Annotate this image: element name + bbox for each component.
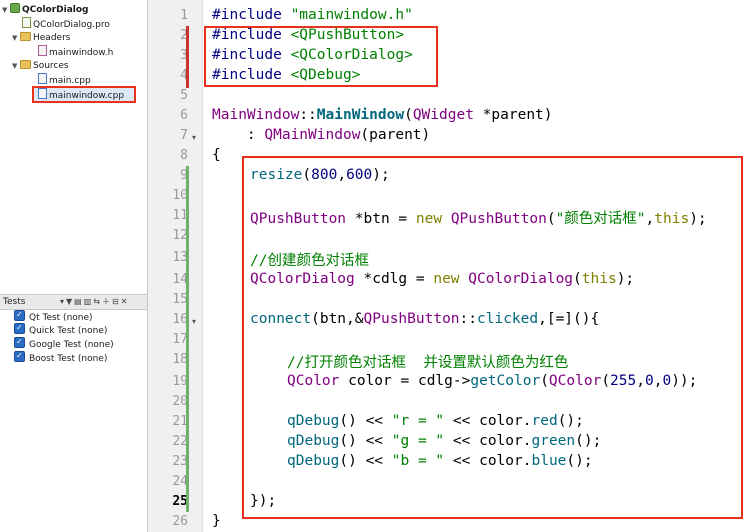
line-number: 17 [172, 332, 188, 347]
code-token: *parent) [473, 107, 553, 123]
line-number: 22 [172, 434, 188, 449]
line-number: 11 [172, 208, 188, 223]
tree-item-pro-file[interactable]: QColorDialog.pro [22, 17, 110, 31]
line-number: 23 [172, 454, 188, 469]
line-number: 15 [172, 292, 188, 307]
line-number: 8 [180, 148, 188, 163]
tree-item-label: Sources [33, 61, 69, 71]
line-number: 16 [172, 312, 188, 327]
tree-item-label: mainwindow.h [49, 48, 114, 58]
test-item-label: Boost Test (none) [29, 354, 108, 364]
folder-icon [20, 32, 31, 41]
line-number: 10 [172, 188, 188, 203]
line-number: 5 [180, 88, 188, 103]
tree-item-headers[interactable]: ▼ Headers [12, 31, 70, 45]
line-number: 9 [180, 168, 188, 183]
code-token: "mainwindow.h" [290, 7, 413, 23]
code-token: } [212, 513, 221, 529]
test-item-label: Quick Test (none) [29, 326, 108, 336]
line-number: 19 [172, 374, 188, 389]
line-number: 14 [172, 272, 188, 287]
chevron-down-icon[interactable]: ▼ [12, 59, 20, 73]
code-token: #include [212, 7, 291, 23]
tree-item-label: QColorDialog.pro [33, 20, 110, 30]
include-highlight-box [204, 26, 438, 87]
test-item-label: Qt Test (none) [29, 313, 93, 323]
code-token: : [212, 127, 265, 143]
line-number: 24 [172, 474, 188, 489]
code-token: MainWindow [316, 107, 405, 123]
cpp-file-icon [38, 73, 47, 84]
checkbox[interactable] [14, 308, 25, 322]
fold-arrow-icon[interactable]: ▾ [192, 317, 196, 326]
test-item-boost[interactable]: Boost Test (none) [14, 349, 108, 365]
code-line-7: : QMainWindow(parent) [212, 127, 430, 143]
pro-file-icon [22, 17, 31, 28]
project-icon [10, 3, 20, 13]
line-number: 2 [180, 28, 188, 43]
close-icon[interactable]: ⊟ [112, 297, 121, 306]
close-icon[interactable]: ✕ [121, 297, 130, 306]
code-line-1: #include "mainwindow.h" [212, 7, 413, 23]
fold-margin [188, 0, 203, 532]
code-token: QWidget [412, 107, 474, 123]
tree-item-label: Headers [33, 33, 71, 43]
chevron-down-icon[interactable]: ▼ [12, 31, 20, 45]
code-line-6: MainWindow::MainWindow(QWidget *parent) [212, 107, 553, 123]
chevron-down-icon[interactable]: ▼ [2, 3, 10, 17]
tests-toolbar: ▾▼▤▥⇆＋⊟✕ [60, 295, 129, 309]
code-token: :: [299, 107, 317, 123]
project-sidebar: ▼ QColorDialog QColorDialog.pro ▼ Headers … [0, 0, 148, 532]
folder-icon [20, 60, 31, 69]
expand-icon[interactable]: ▤ [74, 297, 84, 306]
code-token: QMainWindow [264, 127, 361, 143]
tree-item-project[interactable]: ▼ QColorDialog [2, 3, 89, 17]
line-number: 1 [180, 8, 188, 23]
test-item-qt[interactable]: Qt Test (none) [14, 308, 93, 324]
filter-icon[interactable]: ▼ [66, 297, 74, 306]
line-number: 26 [172, 514, 188, 529]
change-marker [186, 26, 189, 88]
add-icon[interactable]: ＋ [102, 297, 112, 306]
checkbox[interactable] [14, 321, 25, 335]
tree-item-sources[interactable]: ▼ Sources [12, 59, 69, 73]
line-number: 21 [172, 414, 188, 429]
collapse-icon[interactable]: ▥ [84, 297, 94, 306]
code-token: { [212, 147, 221, 163]
code-line-26: } [212, 513, 221, 529]
code-token: (parent) [360, 127, 431, 143]
line-number: 4 [180, 68, 188, 83]
tests-panel-title: Tests [3, 297, 26, 307]
sync-icon[interactable]: ⇆ [93, 297, 102, 306]
code-token: ( [404, 107, 413, 123]
code-line-8: { [212, 147, 221, 163]
line-number: 6 [180, 108, 188, 123]
fold-arrow-icon[interactable]: ▾ [192, 133, 196, 142]
line-number-gutter: 1 2 3 4 5 6 7 8 9 10 11 12 13 14 15 16 1… [148, 0, 188, 532]
body-highlight-box [242, 156, 743, 519]
line-number: 12 [172, 228, 188, 243]
file-highlight-box [32, 86, 136, 103]
line-number: 3 [180, 48, 188, 63]
test-item-google[interactable]: Google Test (none) [14, 335, 114, 351]
line-number-current: 25 [172, 494, 188, 509]
line-number: 18 [172, 352, 188, 367]
line-number: 7 [180, 128, 188, 143]
line-number: 13 [172, 250, 188, 265]
test-item-label: Google Test (none) [29, 340, 114, 350]
change-marker [186, 166, 189, 512]
checkbox[interactable] [14, 335, 25, 349]
code-token: MainWindow [212, 107, 300, 123]
header-file-icon [38, 45, 47, 56]
checkbox[interactable] [14, 349, 25, 363]
test-item-quick[interactable]: Quick Test (none) [14, 321, 108, 337]
tree-item-header-file[interactable]: mainwindow.h [38, 45, 113, 59]
tree-item-main-cpp[interactable]: main.cpp [38, 73, 91, 87]
tree-item-label: main.cpp [49, 76, 91, 86]
tree-item-label: QColorDialog [22, 5, 89, 15]
line-number: 20 [172, 394, 188, 409]
